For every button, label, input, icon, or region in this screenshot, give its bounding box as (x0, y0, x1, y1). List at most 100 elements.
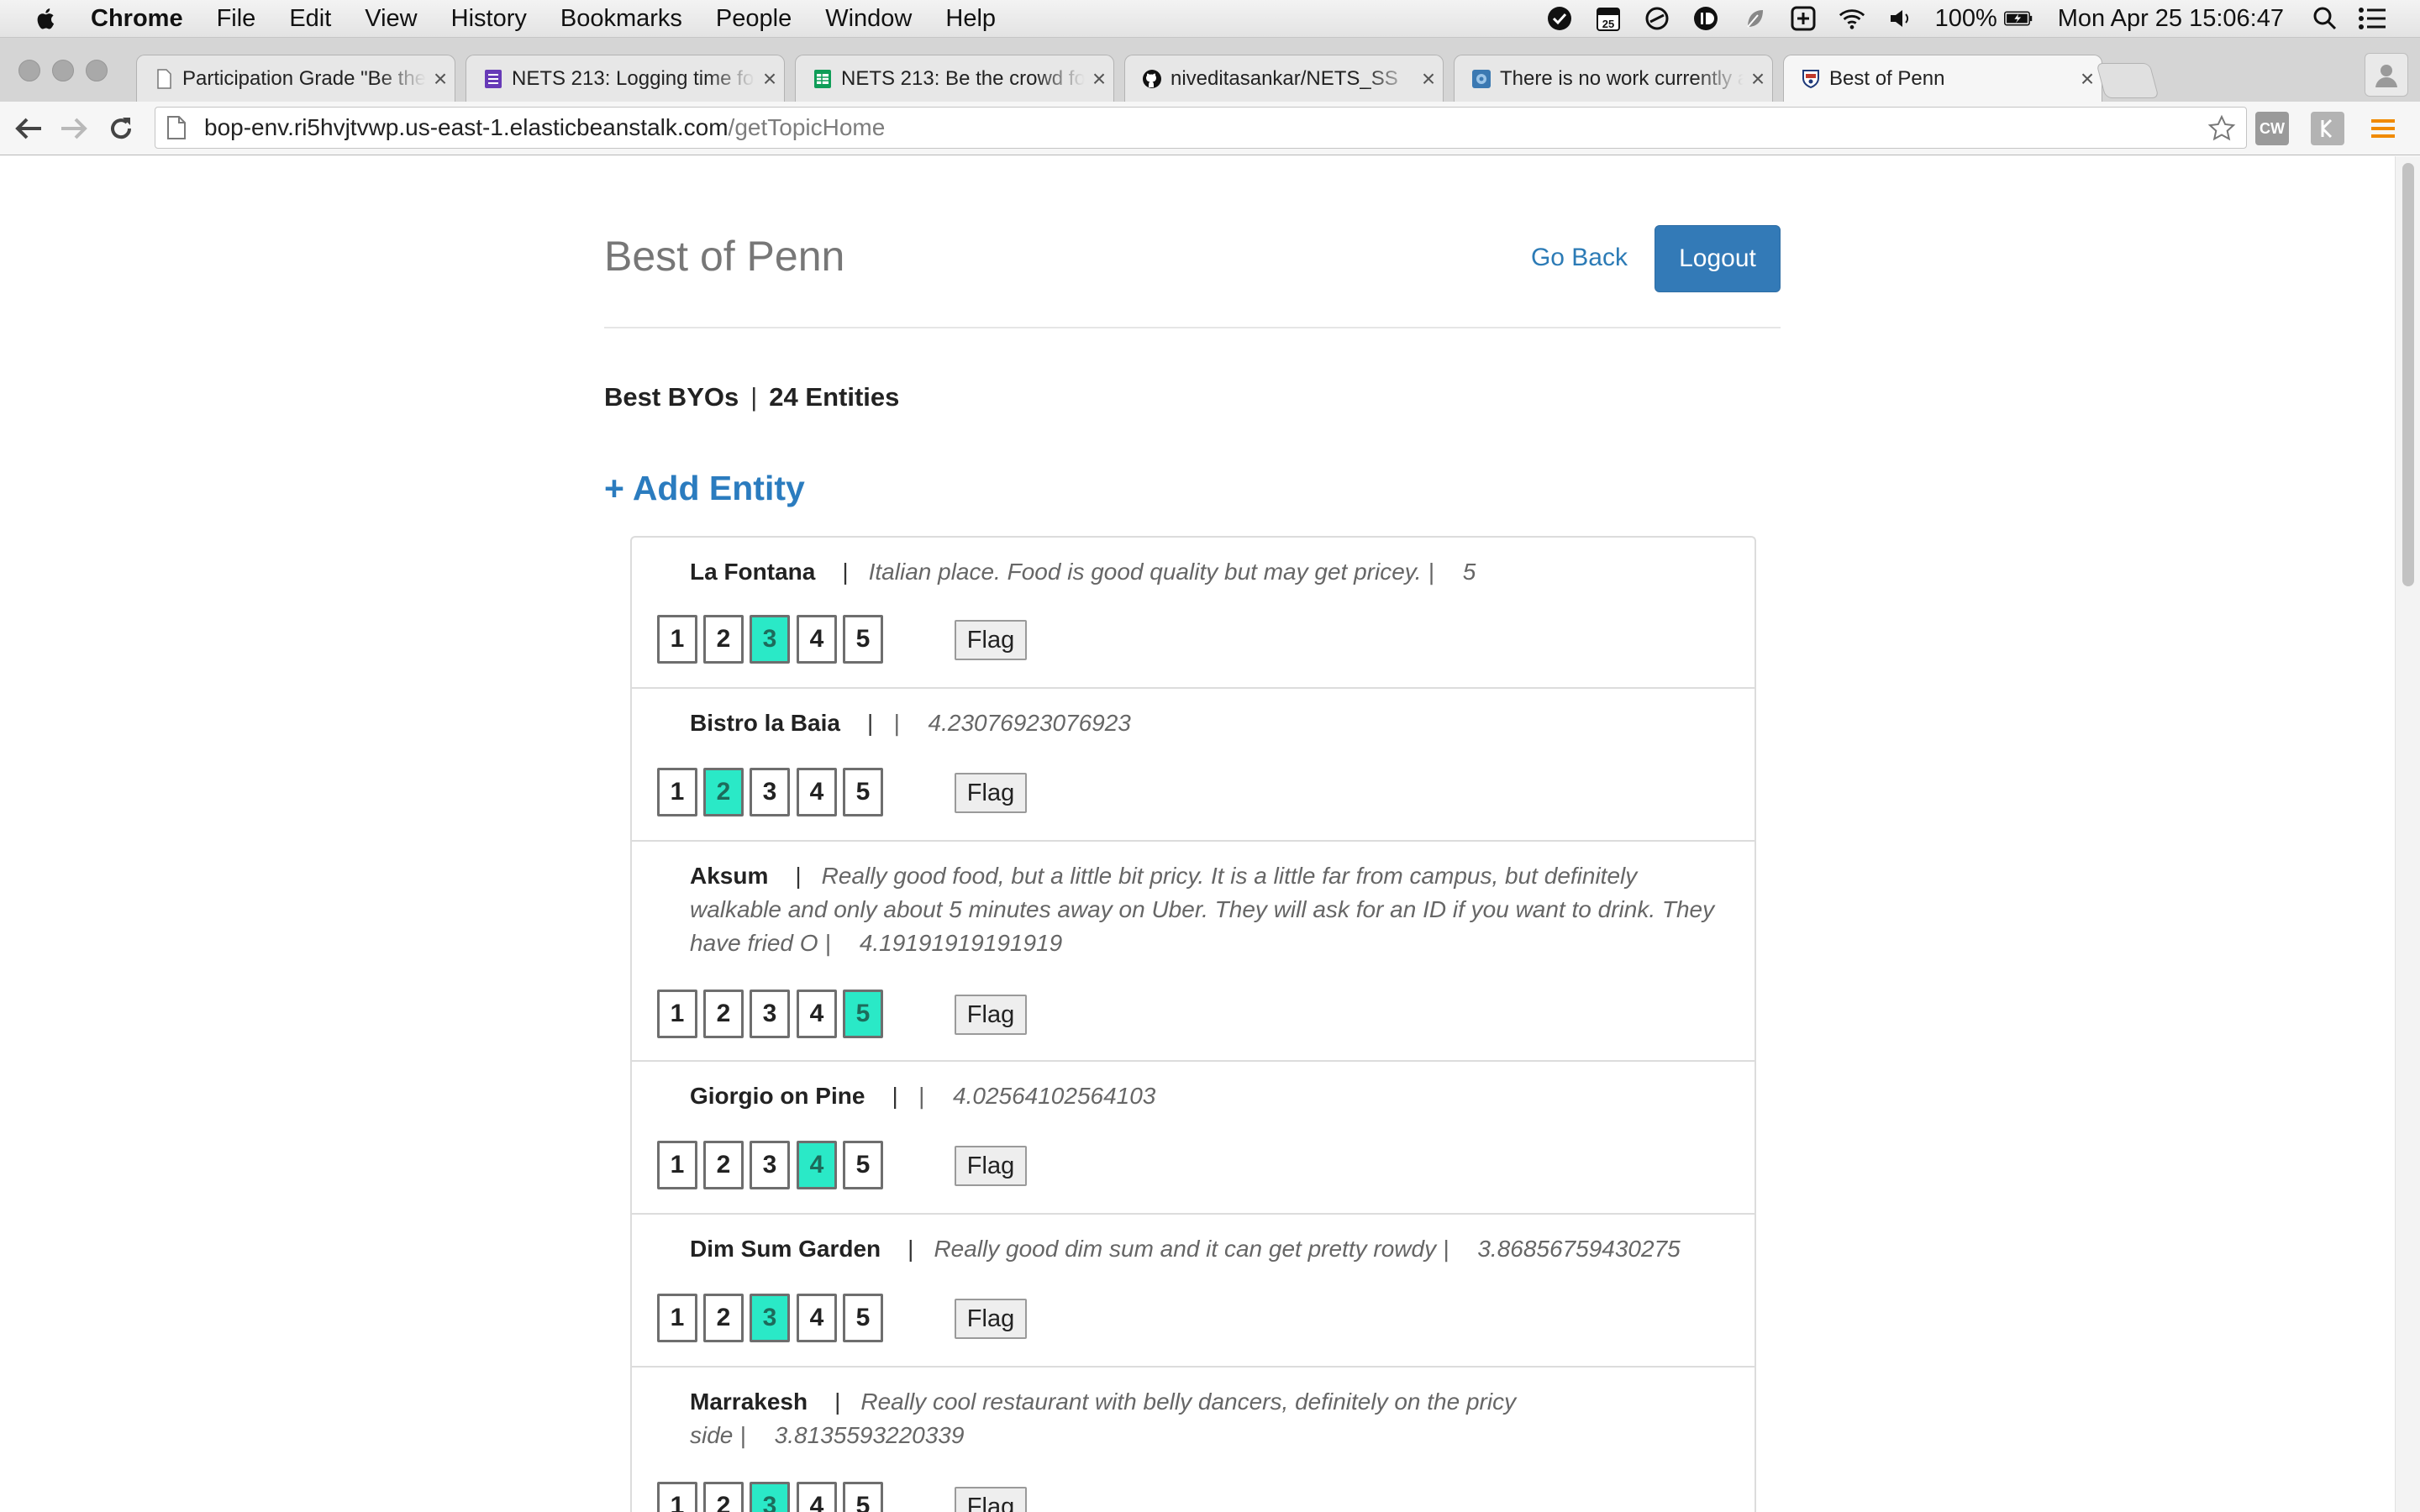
rate-5-button[interactable]: 5 (843, 1482, 883, 1512)
flag-button[interactable]: Flag (955, 773, 1027, 813)
page-header: Best of Penn Go Back Logout (604, 156, 1781, 328)
flag-button[interactable]: Flag (955, 1299, 1027, 1339)
close-tab-icon[interactable]: × (1744, 66, 1772, 92)
rate-3-button[interactable]: 3 (750, 1294, 790, 1342)
tab-title: Best of Penn (1829, 67, 1945, 90)
rate-2-button[interactable]: 2 (703, 768, 744, 816)
rate-1-button[interactable]: 1 (657, 1294, 697, 1342)
rate-4-button[interactable]: 4 (797, 615, 837, 664)
rate-2-button[interactable]: 2 (703, 1482, 744, 1512)
forward-button[interactable] (57, 112, 91, 145)
rate-5-button[interactable]: 5 (843, 1141, 883, 1189)
rate-2-button[interactable]: 2 (703, 615, 744, 664)
entity-name: Giorgio on Pine (690, 1083, 865, 1109)
spotlight-search-icon[interactable] (2311, 4, 2339, 33)
menu-history[interactable]: History (451, 5, 527, 33)
reload-button[interactable] (104, 112, 138, 145)
entity-text: Marrakesh | Really cool restaurant with be… (690, 1385, 1719, 1452)
notification-center-icon[interactable] (2358, 4, 2386, 33)
cw-extension-button[interactable]: CW (2255, 112, 2289, 145)
rate-5-button[interactable]: 5 (843, 768, 883, 816)
tab-nets213-logging[interactable]: NETS 213: Logging time for × (466, 55, 785, 102)
flag-button[interactable]: Flag (955, 620, 1027, 660)
rate-3-button[interactable]: 3 (750, 768, 790, 816)
menu-edit[interactable]: Edit (289, 5, 331, 33)
rate-3-button[interactable]: 3 (750, 990, 790, 1038)
rate-4-button[interactable]: 4 (797, 1294, 837, 1342)
menu-view[interactable]: View (365, 5, 417, 33)
rate-2-button[interactable]: 2 (703, 990, 744, 1038)
close-tab-icon[interactable]: × (426, 66, 455, 92)
rate-3-button[interactable]: 3 (750, 1482, 790, 1512)
battery-icon[interactable] (2003, 4, 2033, 33)
rate-1-button[interactable]: 1 (657, 990, 697, 1038)
apple-logo-icon[interactable] (32, 4, 60, 33)
bookmark-star-icon[interactable] (2207, 114, 2236, 143)
menu-bookmarks[interactable]: Bookmarks (560, 5, 682, 33)
menu-app-chrome[interactable]: Chrome (91, 5, 183, 33)
rate-5-button[interactable]: 5 (843, 1294, 883, 1342)
add-status-icon[interactable] (1789, 4, 1818, 33)
window-minimize-button[interactable] (52, 60, 74, 81)
rate-5-button[interactable]: 5 (843, 990, 883, 1038)
calendar-status-icon[interactable]: 25 (1594, 4, 1623, 33)
volume-icon[interactable] (1886, 4, 1915, 33)
back-button[interactable] (12, 112, 45, 145)
rate-2-button[interactable]: 2 (703, 1294, 744, 1342)
scrollbar-thumb[interactable] (2402, 163, 2414, 586)
entity-score: 3.8135593220339 (774, 1422, 965, 1448)
page-viewport: Best of Penn Go Back Logout Best BYOs | 24… (0, 156, 2395, 1512)
tab-mturk-no-work[interactable]: There is no work currently available × (1454, 55, 1773, 102)
rate-5-button[interactable]: 5 (843, 615, 883, 664)
penn-shield-icon (1802, 70, 1819, 89)
new-tab-button[interactable] (2096, 63, 2160, 98)
rate-2-button[interactable]: 2 (703, 1141, 744, 1189)
clock[interactable]: Mon Apr 25 15:06:47 (2058, 5, 2284, 33)
rate-1-button[interactable]: 1 (657, 1141, 697, 1189)
flag-button[interactable]: Flag (955, 1146, 1027, 1186)
menu-window[interactable]: Window (825, 5, 912, 33)
rate-3-button[interactable]: 3 (750, 1141, 790, 1189)
rate-4-button[interactable]: 4 (797, 768, 837, 816)
forms-icon (485, 69, 502, 88)
mail-status-icon[interactable] (1545, 4, 1574, 33)
rate-1-button[interactable]: 1 (657, 615, 697, 664)
tab-best-of-penn[interactable]: Best of Penn × (1783, 55, 2102, 102)
wifi-icon[interactable] (1838, 4, 1866, 33)
chrome-menu-button[interactable] (2366, 112, 2400, 145)
rate-4-button[interactable]: 4 (797, 990, 837, 1038)
flag-button[interactable]: Flag (955, 995, 1027, 1035)
tab-nets213-crowd[interactable]: NETS 213: Be the crowd for × (795, 55, 1114, 102)
profile-button[interactable] (2365, 53, 2408, 97)
extension-button[interactable] (2311, 112, 2344, 145)
rate-3-button[interactable]: 3 (750, 615, 790, 664)
menu-help[interactable]: Help (945, 5, 996, 33)
rate-1-button[interactable]: 1 (657, 768, 697, 816)
rate-4-button[interactable]: 4 (797, 1482, 837, 1512)
close-tab-icon[interactable]: × (1414, 66, 1443, 92)
separator: | (1443, 1236, 1449, 1262)
entity-card: La Fontana | Italian place. Food is good q… (632, 538, 1754, 689)
menu-people[interactable]: People (716, 5, 792, 33)
flag-button[interactable]: Flag (955, 1487, 1027, 1512)
entity-description: Italian place. Food is good quality but … (868, 559, 1422, 585)
leaf-status-icon[interactable] (1740, 4, 1769, 33)
close-tab-icon[interactable]: × (755, 66, 784, 92)
entity-text: Dim Sum Garden | Really good dim sum and i… (690, 1232, 1719, 1266)
id-status-icon[interactable] (1691, 4, 1720, 33)
tab-participation-grade[interactable]: Participation Grade "Be the crowd" × (136, 55, 455, 102)
window-zoom-button[interactable] (86, 60, 108, 81)
logout-button[interactable]: Logout (1655, 225, 1781, 292)
tab-github-nets-ss[interactable]: niveditasankar/NETS_SS × (1124, 55, 1444, 102)
go-back-link[interactable]: Go Back (1531, 244, 1628, 272)
add-entity-link[interactable]: + Add Entity (604, 469, 805, 508)
address-bar[interactable]: bop-env.ri5hvjtvwp.us-east-1.elasticbean… (155, 107, 2247, 149)
sync-status-icon[interactable] (1643, 4, 1671, 33)
rate-1-button[interactable]: 1 (657, 1482, 697, 1512)
close-tab-icon[interactable]: × (1085, 66, 1113, 92)
rate-4-button[interactable]: 4 (797, 1141, 837, 1189)
menu-file[interactable]: File (217, 5, 256, 33)
page-scrollbar[interactable] (2395, 156, 2420, 1512)
window-close-button[interactable] (18, 60, 40, 81)
separator: | (892, 1083, 898, 1109)
